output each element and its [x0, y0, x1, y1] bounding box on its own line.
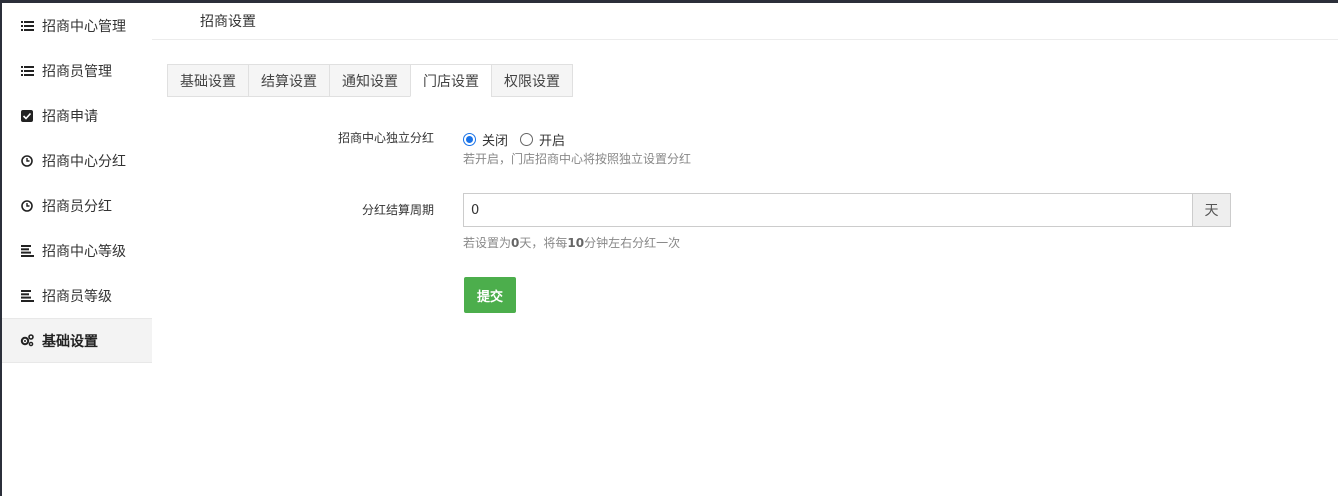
- sidebar-item-center-level[interactable]: 招商中心等级: [2, 228, 152, 273]
- sidebar-item-label: 基础设置: [42, 333, 98, 350]
- radio-on[interactable]: [520, 133, 534, 146]
- sidebar-item-label: 招商员分红: [42, 198, 112, 215]
- sidebar-item-label: 招商申请: [42, 108, 98, 125]
- align-left-icon: [20, 244, 34, 258]
- align-left-icon: [20, 289, 34, 303]
- sidebar-item-label: 招商中心等级: [42, 243, 126, 260]
- settings-tabs: 基础设置 结算设置 通知设置 门店设置 权限设置: [167, 64, 573, 97]
- radio-on-label[interactable]: 开启: [539, 130, 565, 149]
- tab-store[interactable]: 门店设置: [410, 64, 492, 97]
- sidebar-item-staff-level[interactable]: 招商员等级: [2, 273, 152, 318]
- main-content: 招商设置 基础设置 结算设置 通知设置 门店设置 权限设置 招商中心独立分红 关…: [152, 3, 1338, 496]
- independent-dividend-label: 招商中心独立分红: [337, 131, 434, 145]
- tab-notify[interactable]: 通知设置: [329, 64, 411, 97]
- independent-dividend-radios: 关闭 开启: [463, 130, 577, 149]
- clock-icon: [20, 199, 34, 213]
- sidebar-item-label: 招商员等级: [42, 288, 112, 305]
- sidebar-item-basic-settings[interactable]: 基础设置: [2, 318, 152, 363]
- sidebar-item-center-manage[interactable]: 招商中心管理: [2, 3, 152, 48]
- sidebar-item-label: 招商员管理: [42, 63, 112, 80]
- checkbox-icon: [20, 109, 34, 123]
- app-frame: 招商中心管理 招商员管理 招商申请 招商中心分红 招商员分红 招商中心等级 招商…: [2, 3, 1338, 496]
- sidebar-item-staff-manage[interactable]: 招商员管理: [2, 48, 152, 93]
- dividend-period-unit: 天: [1192, 193, 1231, 227]
- radio-off-label[interactable]: 关闭: [482, 130, 508, 149]
- sidebar: 招商中心管理 招商员管理 招商申请 招商中心分红 招商员分红 招商中心等级 招商…: [2, 3, 153, 496]
- sidebar-item-center-dividend[interactable]: 招商中心分红: [2, 138, 152, 183]
- sidebar-item-apply[interactable]: 招商申请: [2, 93, 152, 138]
- submit-button[interactable]: 提交: [464, 277, 516, 313]
- sidebar-item-label: 招商中心分红: [42, 153, 126, 170]
- radio-off[interactable]: [463, 133, 476, 146]
- tab-basic[interactable]: 基础设置: [167, 64, 249, 97]
- list-icon: [20, 19, 34, 33]
- dividend-period-group: 0 天: [463, 193, 1231, 227]
- tab-permission[interactable]: 权限设置: [491, 64, 573, 97]
- clock-icon: [20, 154, 34, 168]
- sidebar-item-label: 招商中心管理: [42, 18, 126, 35]
- dividend-period-help: 若设置为0天，将每10分钟左右分红一次: [463, 236, 681, 250]
- list-icon: [20, 64, 34, 78]
- tab-settlement[interactable]: 结算设置: [248, 64, 330, 97]
- page-title: 招商设置: [152, 3, 1338, 40]
- dividend-period-input[interactable]: 0: [463, 193, 1192, 227]
- dividend-period-label: 分红结算周期: [361, 203, 434, 217]
- sidebar-item-staff-dividend[interactable]: 招商员分红: [2, 183, 152, 228]
- independent-dividend-help: 若开启，门店招商中心将按照独立设置分红: [463, 152, 692, 166]
- gears-icon: [20, 334, 34, 348]
